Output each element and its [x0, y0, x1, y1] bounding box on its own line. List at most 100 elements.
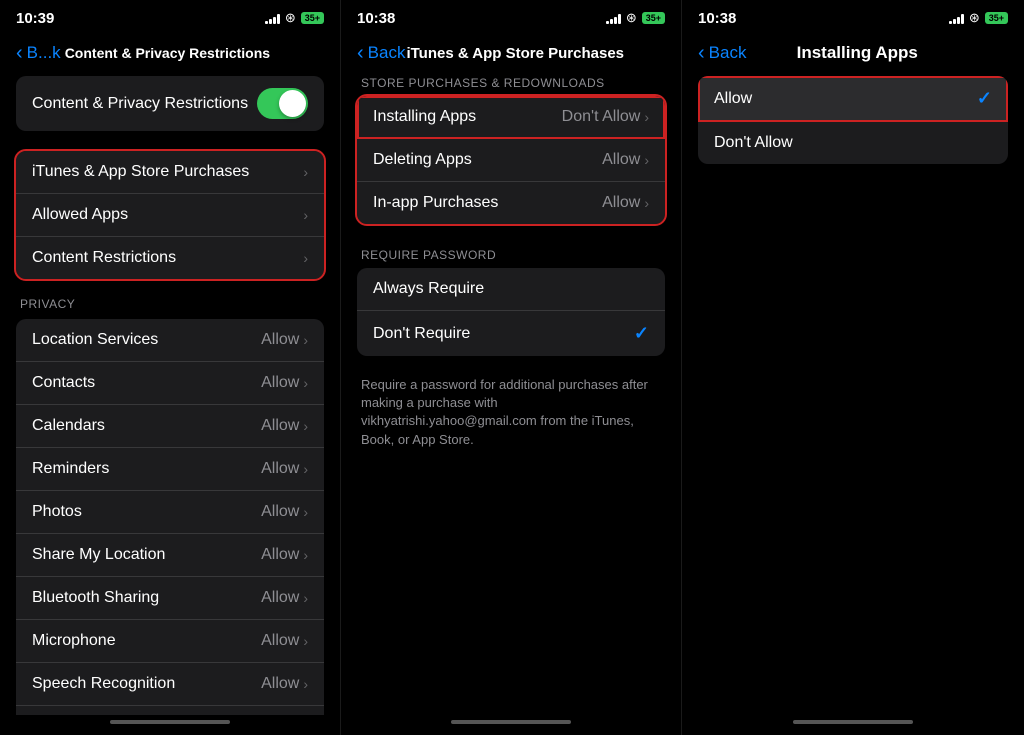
location-services-label: Location Services [32, 331, 158, 349]
calendars-value: Allow [261, 417, 299, 435]
photos-chevron: › [303, 504, 308, 520]
itunes-right: › [303, 164, 308, 180]
content-restrictions-right: › [303, 250, 308, 266]
signal-icon-3 [949, 12, 964, 24]
calendars-label: Calendars [32, 417, 105, 435]
content-restrictions-chevron: › [303, 250, 308, 266]
installing-apps-item[interactable]: Installing Apps Don't Allow › [357, 96, 665, 139]
battery-3: 35+ [985, 12, 1008, 24]
dont-require-item[interactable]: Don't Require ✓ [357, 311, 665, 356]
contacts-value: Allow [261, 374, 299, 392]
location-services-chevron: › [303, 332, 308, 348]
status-icons-1: ⊛ 35+ [265, 10, 324, 26]
back-chevron-3: ‹ [698, 42, 705, 65]
wifi-icon-2: ⊛ [626, 10, 637, 26]
allowed-apps-label: Allowed Apps [32, 206, 128, 224]
privacy-restrictions-toggle-row[interactable]: Content & Privacy Restrictions [16, 76, 324, 131]
contacts-label: Contacts [32, 374, 95, 392]
require-password-section: REQUIRE PASSWORD Always Require Don't Re… [341, 248, 681, 356]
status-bar-2: 10:38 ⊛ 35+ [341, 0, 681, 32]
itunes-purchases-item[interactable]: iTunes & App Store Purchases › [16, 151, 324, 194]
contacts-right: Allow › [261, 374, 308, 392]
location-services-right: Allow › [261, 331, 308, 349]
inapp-purchases-item[interactable]: In-app Purchases Allow › [357, 182, 665, 224]
toggle-switch[interactable] [257, 88, 308, 119]
back-button-1[interactable]: ‹ B...k [16, 42, 61, 65]
inapp-purchases-right: Allow › [602, 194, 649, 212]
toggle-knob [279, 90, 306, 117]
allow-option-right: ✓ [977, 88, 992, 109]
photos-value: Allow [261, 503, 299, 521]
inapp-purchases-label: In-app Purchases [373, 194, 498, 212]
share-location-item[interactable]: Share My Location Allow › [16, 534, 324, 577]
allow-option-checkmark: ✓ [977, 88, 992, 109]
installing-apps-value: Don't Allow [562, 108, 641, 126]
dont-require-label: Don't Require [373, 325, 470, 343]
calendars-item[interactable]: Calendars Allow › [16, 405, 324, 448]
itunes-label: iTunes & App Store Purchases [32, 163, 249, 181]
microphone-value: Allow [261, 632, 299, 650]
share-location-chevron: › [303, 547, 308, 563]
bluetooth-item[interactable]: Bluetooth Sharing Allow › [16, 577, 324, 620]
content-restrictions-item[interactable]: Content Restrictions › [16, 237, 324, 279]
panel-content-privacy: 10:39 ⊛ 35+ ‹ B...k Content & Privacy Re… [0, 0, 341, 735]
dont-allow-option-item[interactable]: Don't Allow [698, 122, 1008, 164]
bluetooth-label: Bluetooth Sharing [32, 589, 159, 607]
reminders-item[interactable]: Reminders Allow › [16, 448, 324, 491]
nav-bar-2: ‹ Back iTunes & App Store Purchases [341, 32, 681, 76]
home-bar-1 [110, 720, 230, 724]
back-chevron-1: ‹ [16, 42, 23, 65]
toggle-label: Content & Privacy Restrictions [32, 95, 248, 113]
privacy-list-section: Location Services Allow › Contacts Allow… [16, 319, 324, 715]
home-indicator-1 [0, 715, 340, 735]
microphone-item[interactable]: Microphone Allow › [16, 620, 324, 663]
location-services-value: Allow [261, 331, 299, 349]
status-icons-3: ⊛ 35+ [949, 10, 1008, 26]
installing-apps-options: Allow ✓ Don't Allow [698, 76, 1008, 164]
wifi-icon-1: ⊛ [285, 10, 296, 26]
installing-apps-option-group: Allow ✓ Don't Allow [698, 76, 1008, 164]
installing-apps-chevron: › [644, 109, 649, 125]
share-location-value: Allow [261, 546, 299, 564]
contacts-item[interactable]: Contacts Allow › [16, 362, 324, 405]
allowed-apps-chevron: › [303, 207, 308, 223]
deleting-apps-item[interactable]: Deleting Apps Allow › [357, 139, 665, 182]
dont-allow-option-label: Don't Allow [714, 134, 793, 152]
reminders-value: Allow [261, 460, 299, 478]
store-purchases-highlighted: Installing Apps Don't Allow › Deleting A… [357, 96, 665, 224]
nav-title-1: Content & Privacy Restrictions [65, 45, 324, 61]
signal-icon-2 [606, 12, 621, 24]
apple-advertising-item[interactable]: Apple Advertising Allow › [16, 706, 324, 715]
nav-title-2: iTunes & App Store Purchases [365, 45, 665, 62]
microphone-right: Allow › [261, 632, 308, 650]
itunes-highlighted-group: iTunes & App Store Purchases › Allowed A… [16, 151, 324, 279]
status-bar-3: 10:38 ⊛ 35+ [682, 0, 1024, 32]
battery-1: 35+ [301, 12, 324, 24]
settings-content-2: STORE PURCHASES & REDOWNLOADS Installing… [341, 76, 681, 715]
speech-recognition-label: Speech Recognition [32, 675, 175, 693]
home-indicator-2 [341, 715, 681, 735]
itunes-list-group: iTunes & App Store Purchases › Allowed A… [16, 151, 324, 279]
dont-require-checkmark: ✓ [634, 323, 649, 344]
always-require-item[interactable]: Always Require [357, 268, 665, 311]
deleting-apps-value: Allow [602, 151, 640, 169]
require-password-description: Require a password for additional purcha… [357, 376, 665, 449]
speech-recognition-item[interactable]: Speech Recognition Allow › [16, 663, 324, 706]
photos-item[interactable]: Photos Allow › [16, 491, 324, 534]
speech-recognition-right: Allow › [261, 675, 308, 693]
privacy-list-group: Location Services Allow › Contacts Allow… [16, 319, 324, 715]
location-services-item[interactable]: Location Services Allow › [16, 319, 324, 362]
allow-option-item[interactable]: Allow ✓ [698, 76, 1008, 122]
back-chevron-2: ‹ [357, 42, 364, 65]
status-bar-1: 10:39 ⊛ 35+ [0, 0, 340, 32]
home-bar-2 [451, 720, 571, 724]
nav-bar-3: ‹ Back Installing Apps [682, 32, 1024, 76]
store-purchases-group: Installing Apps Don't Allow › Deleting A… [357, 96, 665, 224]
home-indicator-3 [682, 715, 1024, 735]
always-require-label: Always Require [373, 280, 484, 298]
allowed-apps-item[interactable]: Allowed Apps › [16, 194, 324, 237]
bluetooth-value: Allow [261, 589, 299, 607]
share-location-label: Share My Location [32, 546, 165, 564]
allowed-apps-right: › [303, 207, 308, 223]
calendars-chevron: › [303, 418, 308, 434]
